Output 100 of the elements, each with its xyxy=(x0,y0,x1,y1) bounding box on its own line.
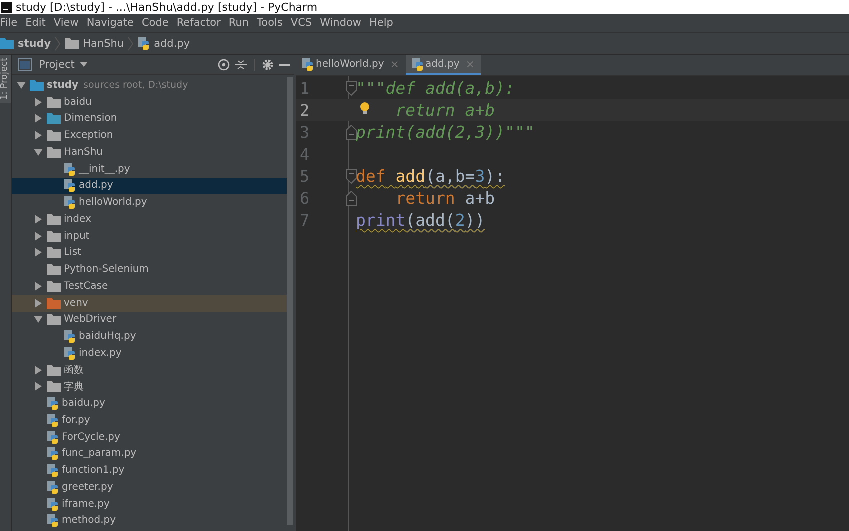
item-name: List xyxy=(64,247,82,258)
collapsed-arrow-icon[interactable] xyxy=(34,282,43,291)
collapsed-arrow-icon[interactable] xyxy=(34,232,43,241)
collapsed-arrow-icon[interactable] xyxy=(34,298,43,308)
tree-item[interactable]: venv xyxy=(12,294,287,312)
fold-marker-icon[interactable] xyxy=(346,190,357,206)
dropdown-caret-icon[interactable] xyxy=(80,62,88,67)
python-file-icon xyxy=(64,346,76,360)
fold-marker-icon[interactable] xyxy=(346,80,357,96)
collapsed-arrow-icon[interactable] xyxy=(34,248,43,258)
collapsed-arrow-icon[interactable] xyxy=(34,114,43,124)
tree-item[interactable]: baidu.py xyxy=(12,395,287,412)
breadcrumb[interactable]: add.py xyxy=(154,38,190,50)
tree-item[interactable]: HanShu xyxy=(12,144,287,161)
tree-item[interactable]: WebDriver xyxy=(12,312,287,328)
menu-item[interactable]: VCS xyxy=(288,17,318,29)
tree-item[interactable]: ForCycle.py xyxy=(12,428,287,446)
settings-icon[interactable] xyxy=(262,58,274,70)
panel-title[interactable]: Project xyxy=(39,58,75,70)
collapsed-arrow-icon[interactable] xyxy=(34,131,43,140)
item-name: iframe.py xyxy=(62,498,110,510)
menu-item[interactable]: Window xyxy=(317,17,366,29)
tree-item[interactable]: Exception xyxy=(12,127,287,144)
menu-item[interactable]: Tools xyxy=(254,17,288,29)
crosshair-icon[interactable] xyxy=(218,58,230,70)
fold-marker-icon[interactable] xyxy=(346,168,357,184)
breadcrumb[interactable]: study xyxy=(18,38,52,50)
line-number: 1 xyxy=(299,78,311,98)
tree-item[interactable]: iframe.py xyxy=(12,496,287,512)
tree-item[interactable]: input xyxy=(12,228,287,244)
menu-item[interactable]: Run xyxy=(226,17,254,29)
breadcrumb[interactable]: HanShu xyxy=(83,38,124,50)
item-name: baidu xyxy=(64,96,92,108)
line-number: 2 xyxy=(299,100,311,120)
tree-item[interactable]: function1.py xyxy=(12,462,287,479)
collapsed-arrow-icon[interactable] xyxy=(34,98,43,107)
item-hint: sources root, D:\study xyxy=(84,80,188,91)
menu-item[interactable]: File xyxy=(0,17,23,29)
scrollbar-thumb[interactable] xyxy=(287,77,293,525)
code-text: return a+b xyxy=(396,188,496,208)
item-name: greeter.py xyxy=(62,482,114,493)
item-name: HanShu xyxy=(64,146,104,158)
tree-item[interactable]: TestCase xyxy=(12,278,287,295)
menu-item[interactable]: Navigate xyxy=(84,17,139,29)
menu-item[interactable]: Edit xyxy=(22,17,51,29)
python-file-icon xyxy=(64,196,76,210)
tree-item[interactable]: __init__.py xyxy=(12,160,287,178)
tree-item[interactable]: index.py xyxy=(12,345,287,362)
item-name: index xyxy=(64,214,92,225)
tree-item[interactable]: add.py xyxy=(12,178,287,194)
code-text: print(add(2)) xyxy=(356,210,486,230)
line-number: 5 xyxy=(299,166,311,186)
item-name: Python-Selenium xyxy=(64,264,149,276)
python-file-icon xyxy=(138,37,150,50)
chevron-icon xyxy=(128,36,134,50)
tree-item[interactable]: greeter.py xyxy=(12,479,287,496)
chevron-icon xyxy=(55,36,62,50)
item-name: add.py xyxy=(79,180,114,192)
item-name: function1.py xyxy=(62,465,125,476)
tree-item[interactable]: func_param.py xyxy=(12,446,287,462)
tree-item[interactable]: baidu xyxy=(12,94,287,110)
expanded-arrow-icon[interactable] xyxy=(34,315,43,324)
collapsed-arrow-icon[interactable] xyxy=(34,366,43,375)
item-name: index.py xyxy=(79,348,122,359)
expanded-arrow-icon[interactable] xyxy=(34,148,43,157)
editor-tab[interactable]: helloWorld.py × xyxy=(296,55,406,75)
python-file-icon xyxy=(47,464,59,478)
fold-marker-icon[interactable] xyxy=(346,124,357,140)
project-tool-tab[interactable]: 1: Project xyxy=(0,55,11,104)
panel-icon xyxy=(18,58,32,71)
tree-item[interactable]: method.py xyxy=(12,512,287,530)
tree-item[interactable]: for.py xyxy=(12,412,287,429)
tree-item[interactable]: 字典 xyxy=(12,378,287,396)
collapsed-arrow-icon[interactable] xyxy=(34,214,43,224)
item-name: helloWorld.py xyxy=(79,197,148,208)
tree-item[interactable]: helloWorld.py xyxy=(12,194,287,211)
editor-tab[interactable]: add.py × xyxy=(406,55,481,75)
item-name: baiduHq.py xyxy=(79,331,136,342)
item-name: method.py xyxy=(62,515,116,526)
code-text: return a+b xyxy=(396,100,496,120)
collapse-icon[interactable] xyxy=(235,58,247,70)
item-name: ForCycle.py xyxy=(62,432,120,443)
tree-item[interactable]: List xyxy=(12,244,287,262)
collapsed-arrow-icon[interactable] xyxy=(34,382,43,392)
item-name: 函数 xyxy=(64,364,84,378)
tree-item[interactable]: index xyxy=(12,211,287,228)
tree-item[interactable]: study sources root, D:\study xyxy=(12,77,287,94)
tree-item[interactable]: Dimension xyxy=(12,110,287,128)
item-name: baidu.py xyxy=(62,398,106,410)
menu-item[interactable]: Code xyxy=(138,17,174,29)
tree-item[interactable]: baiduHq.py xyxy=(12,328,287,345)
expanded-arrow-icon[interactable] xyxy=(17,80,26,90)
menu-item[interactable]: Refactor xyxy=(174,17,226,29)
lightbulb-icon[interactable] xyxy=(360,102,370,115)
tree-item[interactable]: 函数 xyxy=(12,362,287,378)
menu-item[interactable]: Help xyxy=(366,17,398,29)
tree-item[interactable]: Python-Selenium xyxy=(12,261,287,278)
python-file-icon xyxy=(47,397,59,410)
item-name: study xyxy=(47,80,79,91)
menu-item[interactable]: View xyxy=(50,17,84,29)
